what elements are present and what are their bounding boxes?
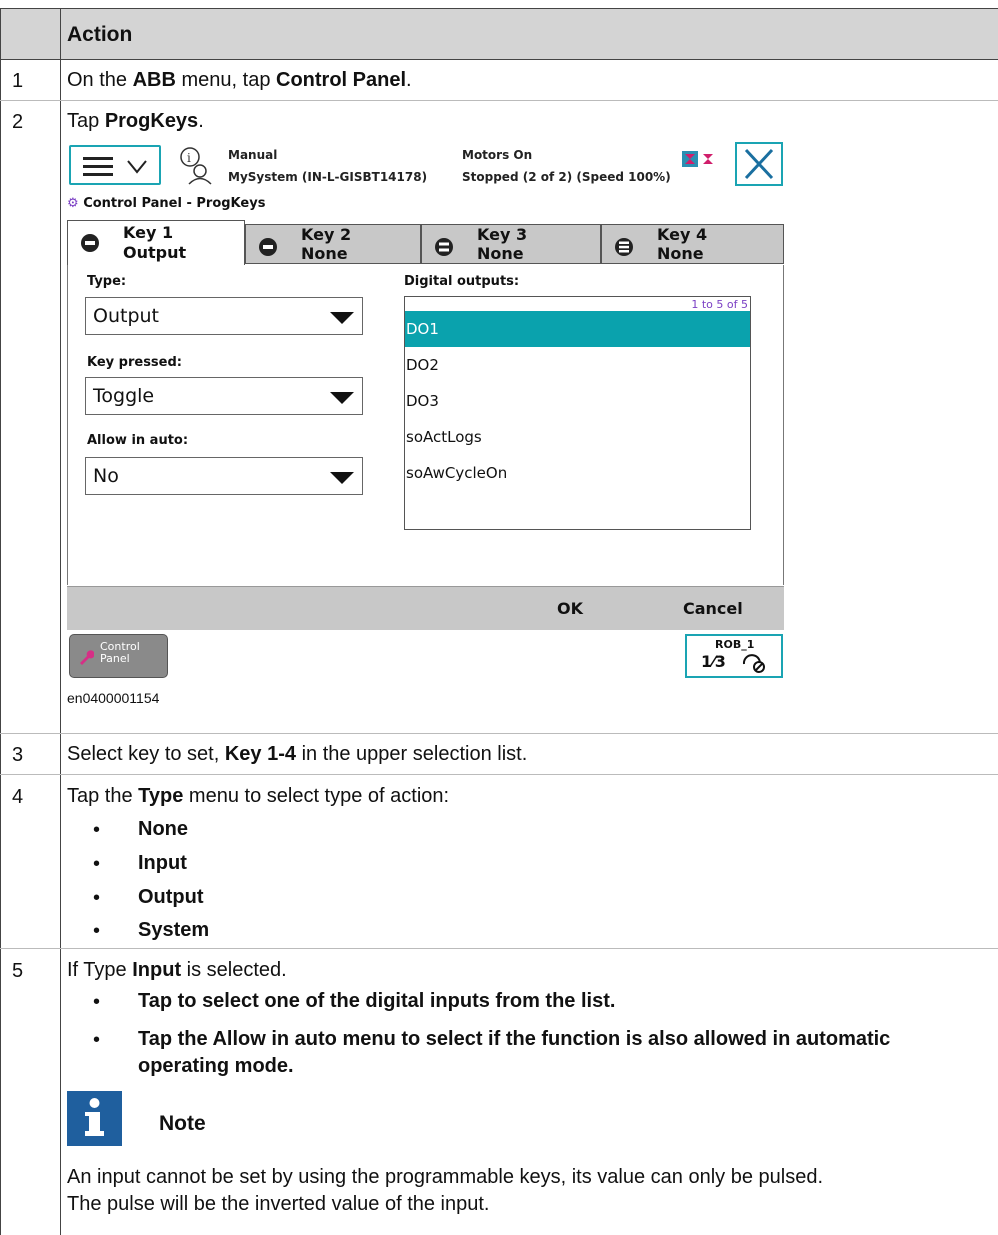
row-1-number: 1 [12, 70, 24, 92]
system-name: MySystem (IN-L-GISBT14178) [228, 170, 428, 184]
digital-outputs-label: Digital outputs: [404, 274, 520, 289]
key-none-icon [615, 238, 633, 256]
key-output-icon [81, 234, 99, 252]
close-button[interactable] [735, 142, 783, 186]
note-line-2: The pulse will be the inverted value of … [67, 1193, 490, 1215]
list-item[interactable]: DO3 [405, 383, 750, 419]
task-icons [682, 151, 713, 167]
bullet-none: None [138, 818, 188, 840]
increment-indicator: 1⁄3 [701, 652, 726, 671]
tab-key-3[interactable]: Key 3 None [421, 224, 601, 264]
tab-key-2[interactable]: Key 2 None [245, 224, 421, 264]
hamburger-icon [83, 157, 113, 176]
bullet-dot: • [93, 991, 101, 1013]
quickset-rob1-button[interactable]: ROB_1 1⁄3 [685, 634, 783, 678]
bullet-dot: • [93, 853, 101, 875]
key-pressed-label: Key pressed: [87, 355, 182, 370]
close-icon [744, 148, 774, 180]
key-tabs: Key 1 Output Key 2 None Key 3 None Key 4… [67, 220, 784, 266]
key-none-icon [435, 238, 453, 256]
key-none-icon [259, 238, 277, 256]
dropdown-arrow-icon [330, 472, 354, 484]
dropdown-arrow-icon [330, 392, 354, 404]
row-3-text: Select key to set, Key 1-4 in the upper … [67, 743, 528, 765]
table-header [0, 8, 998, 60]
pendant-status-bar: i Manual MySystem (IN-L-GISBT14178) Moto… [67, 140, 784, 194]
cancel-button[interactable]: Cancel [683, 599, 743, 618]
tab-key-1[interactable]: Key 1 Output [67, 220, 245, 266]
dropdown-arrow-icon [330, 312, 354, 324]
tab-key-4[interactable]: Key 4 None [601, 224, 784, 264]
run-state: Stopped (2 of 2) (Speed 100%) [462, 170, 671, 184]
bullet-allow-auto-cont: operating mode. [138, 1055, 294, 1077]
ok-button[interactable]: OK [557, 599, 583, 618]
list-item[interactable]: soActLogs [405, 419, 750, 455]
abb-menu-button[interactable] [69, 145, 161, 185]
header-action: Action [67, 23, 133, 46]
note-title: Note [159, 1112, 206, 1135]
bullet-select-input: Tap to select one of the digital inputs … [138, 990, 616, 1012]
flexpendant-screenshot: i Manual MySystem (IN-L-GISBT14178) Moto… [67, 140, 784, 680]
status-info-icon[interactable]: i [177, 145, 213, 185]
bullet-system: System [138, 919, 210, 941]
row-3-number: 3 [12, 744, 24, 766]
pendant-command-bar: OK Cancel [67, 586, 784, 630]
mechanical-unit-icon [742, 654, 765, 673]
control-panel-taskbar-button[interactable]: Control Panel [69, 634, 168, 678]
info-icon [67, 1091, 122, 1146]
list-item[interactable]: DO1 [405, 311, 750, 347]
row-4-number: 4 [12, 786, 24, 808]
row-5-text: If Type Input is selected. [67, 959, 287, 981]
bullet-output: Output [138, 886, 204, 908]
bullet-input: Input [138, 852, 187, 874]
list-item[interactable]: soAwCycleOn [405, 455, 750, 491]
row-4-text: Tap the Type menu to select type of acti… [67, 785, 450, 807]
bullet-dot: • [93, 1029, 101, 1051]
type-label: Type: [87, 274, 127, 289]
row-2-text: Tap ProgKeys. [67, 110, 204, 132]
motors-state: Motors On [462, 148, 533, 162]
bullet-dot: • [93, 920, 101, 942]
row-2-number: 2 [12, 111, 24, 133]
pendant-title: ⚙ Control Panel - ProgKeys [67, 196, 266, 211]
list-item[interactable]: DO2 [405, 347, 750, 383]
figure-caption: en0400001154 [67, 690, 160, 706]
allow-auto-dropdown[interactable]: No [85, 457, 363, 495]
type-dropdown[interactable]: Output [85, 297, 363, 335]
row-1-text: On the ABB menu, tap Control Panel. [67, 69, 412, 91]
key-pressed-dropdown[interactable]: Toggle [85, 377, 363, 415]
bullet-allow-auto: Tap the Allow in auto menu to select if … [138, 1028, 891, 1050]
svg-text:i: i [187, 151, 191, 165]
chevron-down-icon [127, 160, 147, 174]
list-count: 1 to 5 of 5 [691, 298, 748, 311]
digital-outputs-list[interactable]: 1 to 5 of 5 DO1 DO2 DO3 soActLogs soAwCy… [404, 296, 751, 530]
control-panel-small-icon: ⚙ [67, 196, 79, 211]
wrench-icon [80, 650, 94, 665]
row-5-number: 5 [12, 960, 24, 982]
bullet-dot: • [93, 819, 101, 841]
mode-text: Manual [228, 148, 278, 162]
bullet-dot: • [93, 887, 101, 909]
note-line-1: An input cannot be set by using the prog… [67, 1166, 824, 1188]
allow-auto-label: Allow in auto: [87, 433, 189, 448]
